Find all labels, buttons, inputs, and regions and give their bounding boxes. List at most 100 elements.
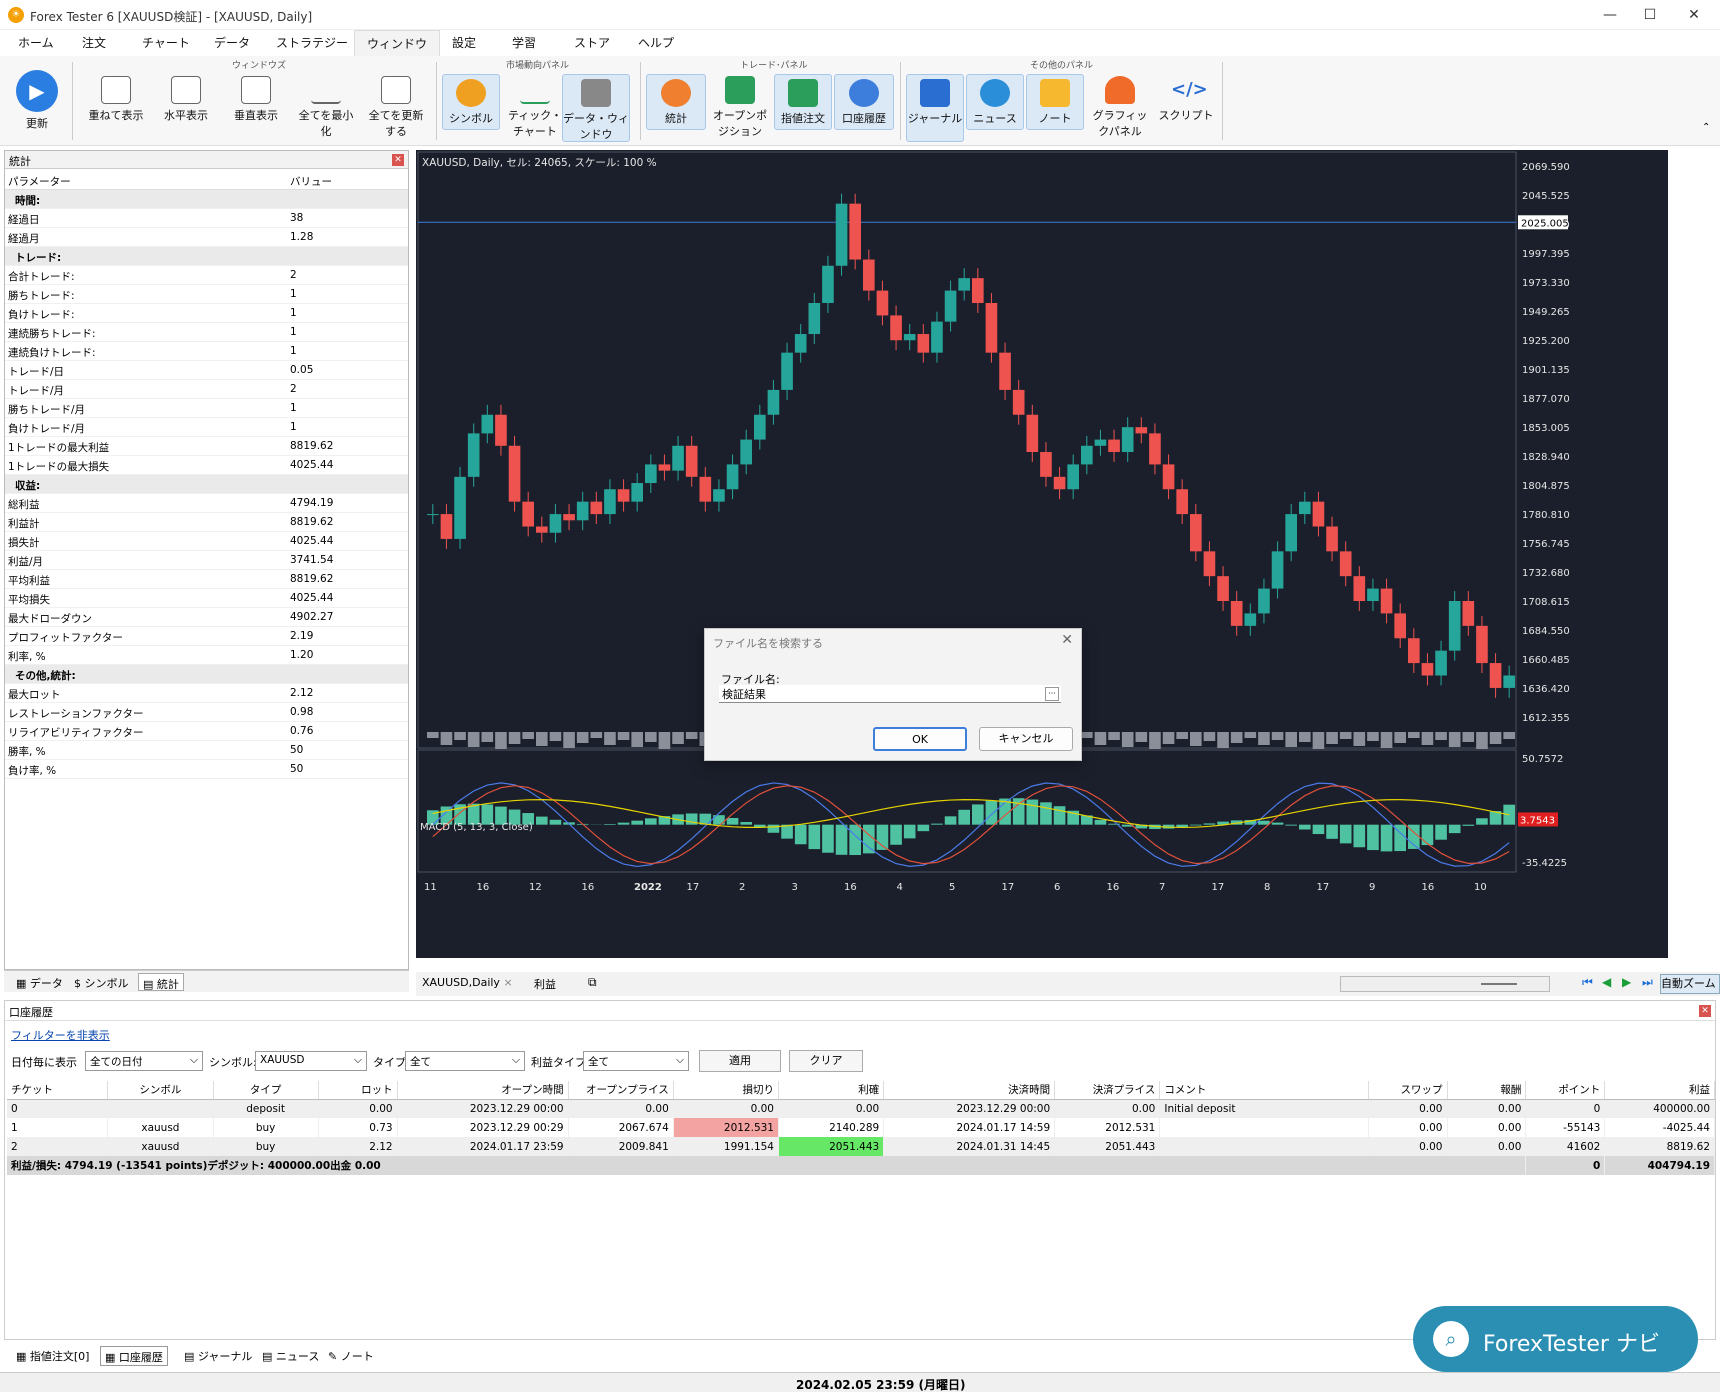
menu-help[interactable]: ヘルプ bbox=[626, 30, 686, 56]
tab-account-history[interactable]: ▦ 口座履歴 bbox=[100, 1346, 168, 1366]
filename-input[interactable] bbox=[719, 685, 1061, 703]
nav-first-icon[interactable]: ⏮ bbox=[1582, 975, 1593, 990]
column-header[interactable]: シンボル bbox=[107, 1081, 214, 1100]
data-window-button[interactable]: データ・ウィンドウ bbox=[562, 74, 630, 142]
hide-filter-link[interactable]: フィルターを非表示 bbox=[11, 1027, 110, 1043]
tab-profit[interactable]: 利益 bbox=[534, 976, 556, 992]
close-tab-icon[interactable]: × bbox=[503, 976, 512, 989]
ok-button[interactable]: OK bbox=[873, 727, 967, 751]
tab-news[interactable]: ▤ ニュース bbox=[258, 1346, 323, 1366]
table-row[interactable]: 1 xauusd buy 0.73 2023.12.29 00:29 2067.674 20… bbox=[7, 1118, 1715, 1137]
column-header[interactable]: コメント bbox=[1159, 1081, 1369, 1100]
menu-order[interactable]: 注文 bbox=[70, 30, 118, 56]
browse-button[interactable]: ··· bbox=[1045, 687, 1059, 701]
menu-settings[interactable]: 設定 bbox=[440, 30, 488, 56]
column-header[interactable]: 決済プライス bbox=[1054, 1081, 1161, 1100]
nav-prev-icon[interactable]: ◀ bbox=[1602, 975, 1611, 989]
note-button[interactable]: ノート bbox=[1026, 74, 1084, 130]
clear-button[interactable]: クリア bbox=[789, 1050, 863, 1072]
menu-window[interactable]: ウィンドウ bbox=[354, 30, 441, 56]
tab-statistics[interactable]: ▤ 統計 bbox=[138, 973, 184, 991]
menu-store[interactable]: ストア bbox=[562, 30, 622, 56]
menu-chart[interactable]: チャート bbox=[130, 30, 202, 56]
column-header[interactable]: スワップ bbox=[1368, 1081, 1448, 1100]
chart-scrollbar[interactable] bbox=[1340, 976, 1550, 992]
column-header[interactable]: 決済時間 bbox=[883, 1081, 1056, 1100]
column-header[interactable]: ロット bbox=[318, 1081, 398, 1100]
minimize-icon[interactable]: — bbox=[1600, 6, 1620, 24]
scroll-thumb[interactable] bbox=[1481, 983, 1517, 985]
nav-next-icon[interactable]: ▶ bbox=[1622, 975, 1631, 989]
close-panel-icon[interactable]: ✕ bbox=[1699, 1005, 1711, 1017]
account-history-button[interactable]: 口座履歴 bbox=[834, 74, 894, 130]
auto-zoom-button[interactable]: 自動ズーム bbox=[1660, 974, 1720, 994]
refresh-button[interactable]: ▶ 更新 bbox=[10, 70, 64, 131]
tab-symbol[interactable]: $ シンボル bbox=[70, 973, 133, 991]
chart-canvas[interactable]: 2069.5902045.5252021.4601997.3951973.330… bbox=[416, 150, 1668, 958]
menu-strategy[interactable]: ストラテジー bbox=[264, 30, 360, 56]
tile-horizontal-button[interactable]: 水平表示 bbox=[154, 76, 218, 123]
tile-vertical-button[interactable]: 垂直表示 bbox=[224, 76, 288, 123]
minimize-all-button[interactable]: 全てを最小化 bbox=[294, 76, 358, 139]
date-filter-select[interactable]: 全ての日付 ⌵ bbox=[85, 1051, 203, 1071]
macd-histogram-bar bbox=[917, 824, 930, 832]
close-panel-icon[interactable]: ✕ bbox=[392, 154, 404, 166]
stat-value: 38 bbox=[290, 212, 304, 224]
forextester-navi-badge[interactable]: ⌕ ForexTester ナビ bbox=[1413, 1306, 1698, 1372]
nav-last-icon[interactable]: ⏭ bbox=[1642, 975, 1653, 990]
script-button[interactable]: </> スクリプト bbox=[1156, 76, 1216, 123]
type-filter-select[interactable]: 全て ⌵ bbox=[405, 1051, 525, 1071]
candle-body bbox=[495, 414, 507, 446]
column-header[interactable]: 利益 bbox=[1604, 1081, 1715, 1100]
table-row[interactable]: 0 deposit 0.00 2023.12.29 00:00 0.00 0.00 0.00… bbox=[7, 1099, 1715, 1118]
volume-bar bbox=[563, 732, 575, 748]
column-header[interactable]: オープン時間 bbox=[397, 1081, 569, 1100]
tab-journal[interactable]: ▤ ジャーナル bbox=[180, 1346, 256, 1366]
stat-row: 総利益 4794.19 bbox=[5, 494, 408, 513]
volume-bar bbox=[672, 732, 684, 744]
graphic-panel-button[interactable]: グラフィックパネル bbox=[1090, 76, 1150, 139]
maximize-icon[interactable]: ☐ bbox=[1640, 6, 1660, 24]
column-header[interactable]: 利確 bbox=[778, 1081, 885, 1100]
cascade-button[interactable]: 重ねて表示 bbox=[84, 76, 148, 123]
stat-value: 2.12 bbox=[290, 687, 314, 699]
table-row[interactable]: 2 xauusd buy 2.12 2024.01.17 23:59 2009.841 19… bbox=[7, 1137, 1715, 1156]
news-icon: ▤ bbox=[262, 1350, 276, 1363]
column-header[interactable]: オープンプライス bbox=[568, 1081, 674, 1100]
symbol-filter-select[interactable]: XAUUSD ⌵ bbox=[255, 1051, 367, 1071]
update-all-button[interactable]: 全てを更新する bbox=[364, 76, 428, 139]
menu-home[interactable]: ホーム bbox=[6, 30, 66, 56]
candle-body bbox=[1339, 551, 1352, 577]
column-header[interactable]: 報酬 bbox=[1447, 1081, 1527, 1100]
window-list-icon[interactable]: ⧉ bbox=[588, 975, 597, 990]
stats-button[interactable]: 統計 bbox=[646, 74, 706, 130]
column-header[interactable]: タイプ bbox=[213, 1081, 319, 1100]
data-window-icon bbox=[581, 79, 611, 107]
tab-note[interactable]: ✎ ノート bbox=[324, 1346, 378, 1366]
candle-body bbox=[1408, 638, 1420, 664]
pending-orders-button[interactable]: 指値注文 bbox=[774, 74, 832, 130]
open-positions-button[interactable]: オープンポジション bbox=[712, 76, 768, 139]
group-other-label: その他のパネル bbox=[1030, 61, 1094, 71]
tick-chart-button[interactable]: ティック・チャート bbox=[506, 76, 564, 139]
column-header[interactable]: 損切り bbox=[673, 1081, 780, 1100]
journal-button[interactable]: ジャーナル bbox=[906, 74, 964, 142]
menu-data[interactable]: データ bbox=[202, 30, 262, 56]
column-header[interactable]: ポイント bbox=[1525, 1081, 1606, 1100]
tab-chart-xauusd[interactable]: XAUUSD,Daily × bbox=[422, 976, 513, 989]
close-icon[interactable]: ✕ bbox=[1684, 6, 1704, 24]
cancel-button[interactable]: キャンセル bbox=[979, 727, 1073, 751]
tab-pending-orders[interactable]: ▦ 指値注文[0] bbox=[12, 1346, 93, 1366]
macd-histogram-bar bbox=[794, 824, 807, 845]
dialog-close-icon[interactable]: ✕ bbox=[1061, 632, 1073, 648]
column-header[interactable]: チケット bbox=[7, 1081, 109, 1100]
macd-histogram-bar bbox=[1203, 823, 1216, 825]
symbol-button[interactable]: シンボル bbox=[442, 74, 500, 130]
menu-learn[interactable]: 学習 bbox=[500, 30, 548, 56]
apply-button[interactable]: 適用 bbox=[699, 1050, 781, 1072]
price-chart[interactable]: 2069.5902045.5252021.4601997.3951973.330… bbox=[416, 150, 1668, 958]
tab-data[interactable]: ▦ データ bbox=[12, 973, 67, 991]
profit-type-filter-select[interactable]: 全て ⌵ bbox=[583, 1051, 689, 1071]
news-button[interactable]: ニュース bbox=[966, 74, 1024, 130]
collapse-ribbon-icon[interactable]: ⌃ bbox=[1702, 122, 1710, 133]
